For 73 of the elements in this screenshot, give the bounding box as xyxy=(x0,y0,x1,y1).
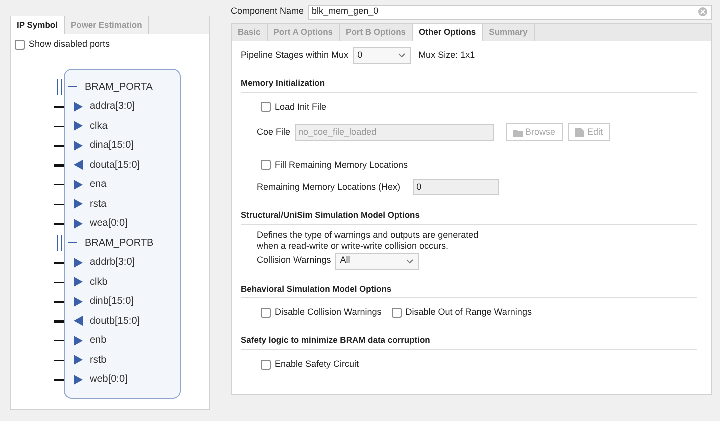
field-label: Collision Warnings xyxy=(257,254,332,268)
input-arrow-icon xyxy=(74,258,83,268)
pin-name: rstb xyxy=(90,354,107,368)
input-arrow-icon xyxy=(74,121,83,132)
interface-name: BRAM_PORTA xyxy=(85,80,153,95)
pin-name: clka xyxy=(90,120,108,134)
checkbox[interactable] xyxy=(15,40,25,50)
pin-name: dina[15:0] xyxy=(90,139,134,154)
clear-icon[interactable] xyxy=(698,7,708,17)
checkbox-label: Disable Out of Range Warnings xyxy=(406,306,532,319)
checkbox-label: Fill Remaining Memory Locations xyxy=(275,158,408,172)
bus-bars-icon xyxy=(57,235,63,252)
pin-name: dinb[15:0] xyxy=(90,295,134,310)
checkbox[interactable] xyxy=(392,308,402,318)
input-arrow-icon xyxy=(74,218,83,229)
pin-name: addra[3:0] xyxy=(90,100,136,114)
tab[interactable]: Port A Options xyxy=(268,24,340,41)
input-arrow-icon xyxy=(74,140,83,151)
field-label: Coe File xyxy=(257,126,291,138)
mux-size-text: Mux Size: 1x1 xyxy=(418,48,476,62)
input-arrow-icon xyxy=(74,296,83,307)
component-name-field[interactable]: blk_mem_gen_0 xyxy=(308,4,712,20)
field-label: Component Name xyxy=(231,5,304,18)
file-field: no_coe_file_loaded xyxy=(294,124,494,141)
checkbox-label: Show disabled ports xyxy=(29,38,110,51)
checkbox[interactable] xyxy=(261,102,271,112)
input-arrow-icon xyxy=(74,374,83,385)
collapse-icon[interactable] xyxy=(68,242,77,244)
section-heading: Memory Initialization xyxy=(241,77,697,93)
chevron-down-icon xyxy=(398,53,406,58)
pin-name: wea[0:0] xyxy=(90,217,128,232)
tab[interactable]: Other Options xyxy=(413,24,484,41)
checkbox-label: Enable Safety Circuit xyxy=(275,358,360,371)
pin-name: doutb[15:0] xyxy=(90,314,140,329)
section-heading: Safety logic to minimize BRAM data corruption xyxy=(241,334,697,350)
pin-name: douta[15:0] xyxy=(90,158,140,173)
field-label: Remaining Memory Locations (Hex) xyxy=(257,180,401,194)
input-arrow-icon xyxy=(74,180,83,190)
checkbox-label: Load Init File xyxy=(275,100,327,114)
tab[interactable]: Basic xyxy=(232,24,268,41)
pin-name: addrb[3:0] xyxy=(90,256,136,270)
input-arrow-icon xyxy=(74,102,83,112)
document-icon xyxy=(574,128,585,137)
tab[interactable]: Summary xyxy=(483,24,535,41)
checkbox[interactable] xyxy=(261,308,271,318)
interface-name: BRAM_PORTB xyxy=(85,236,154,251)
pin-name: ena xyxy=(90,178,107,192)
dropdown[interactable]: 0 xyxy=(352,47,411,64)
field-label: Pipeline Stages within Mux xyxy=(241,48,349,62)
section-heading: Structural/UniSim Simulation Model Options xyxy=(241,208,697,224)
checkbox[interactable] xyxy=(261,160,271,170)
tab[interactable]: IP Symbol xyxy=(11,16,65,34)
browse-button[interactable]: Browse xyxy=(506,123,563,142)
input-arrow-icon xyxy=(74,277,83,288)
pin-name: rsta xyxy=(90,198,107,212)
input-arrow-icon xyxy=(74,199,83,210)
folder-icon xyxy=(512,128,523,137)
pin-name: clkb xyxy=(90,276,108,290)
output-arrow-icon xyxy=(74,160,83,170)
checkbox[interactable] xyxy=(261,360,271,370)
edit-button[interactable]: Edit xyxy=(568,123,610,142)
output-arrow-icon xyxy=(74,316,83,326)
dropdown[interactable]: All xyxy=(335,252,420,270)
collapse-icon[interactable] xyxy=(68,86,77,88)
input-arrow-icon xyxy=(74,355,83,366)
pin-name: enb xyxy=(90,334,107,348)
checkbox-label: Disable Collision Warnings xyxy=(275,306,382,319)
bus-bars-icon xyxy=(57,79,63,96)
chevron-down-icon xyxy=(406,258,414,264)
pin-name: web[0:0] xyxy=(90,373,128,388)
section-heading: Behavioral Simulation Model Options xyxy=(241,282,697,298)
description-text: Defines the type of warnings and outputs are generated when a read-write or write-write collision occurs. xyxy=(257,230,480,252)
input-arrow-icon xyxy=(74,336,83,346)
